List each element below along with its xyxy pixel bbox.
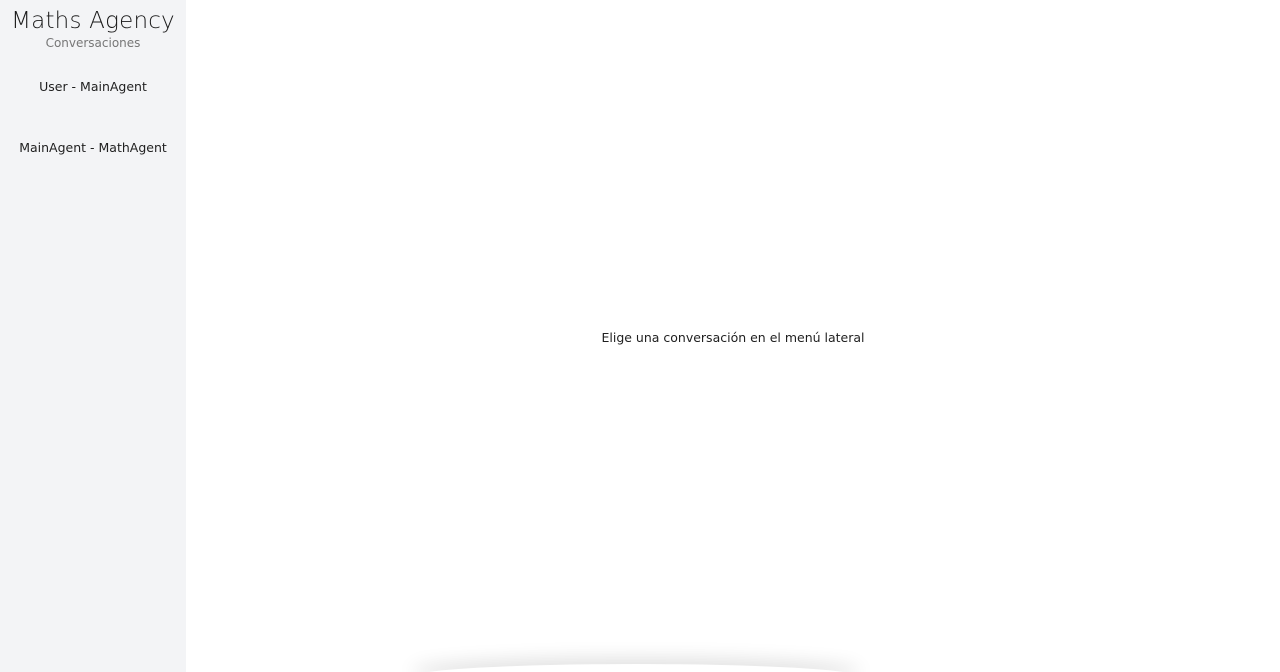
conversation-item-mainagent-mathagent[interactable]: MainAgent - MathAgent [0, 136, 186, 159]
sidebar: Maths Agency Conversaciones User - MainA… [0, 0, 186, 672]
conversation-list: User - MainAgent MainAgent - MathAgent [0, 75, 186, 159]
bottom-shadow [411, 664, 861, 672]
empty-state-message: Elige una conversación en el menú latera… [601, 329, 865, 345]
app-root: Maths Agency Conversaciones User - MainA… [0, 0, 1280, 672]
conversation-item-user-mainagent[interactable]: User - MainAgent [0, 75, 186, 98]
app-title: Maths Agency [11, 8, 175, 34]
sidebar-subtitle: Conversaciones [45, 36, 141, 50]
main-panel: Elige una conversación en el menú latera… [186, 0, 1280, 672]
